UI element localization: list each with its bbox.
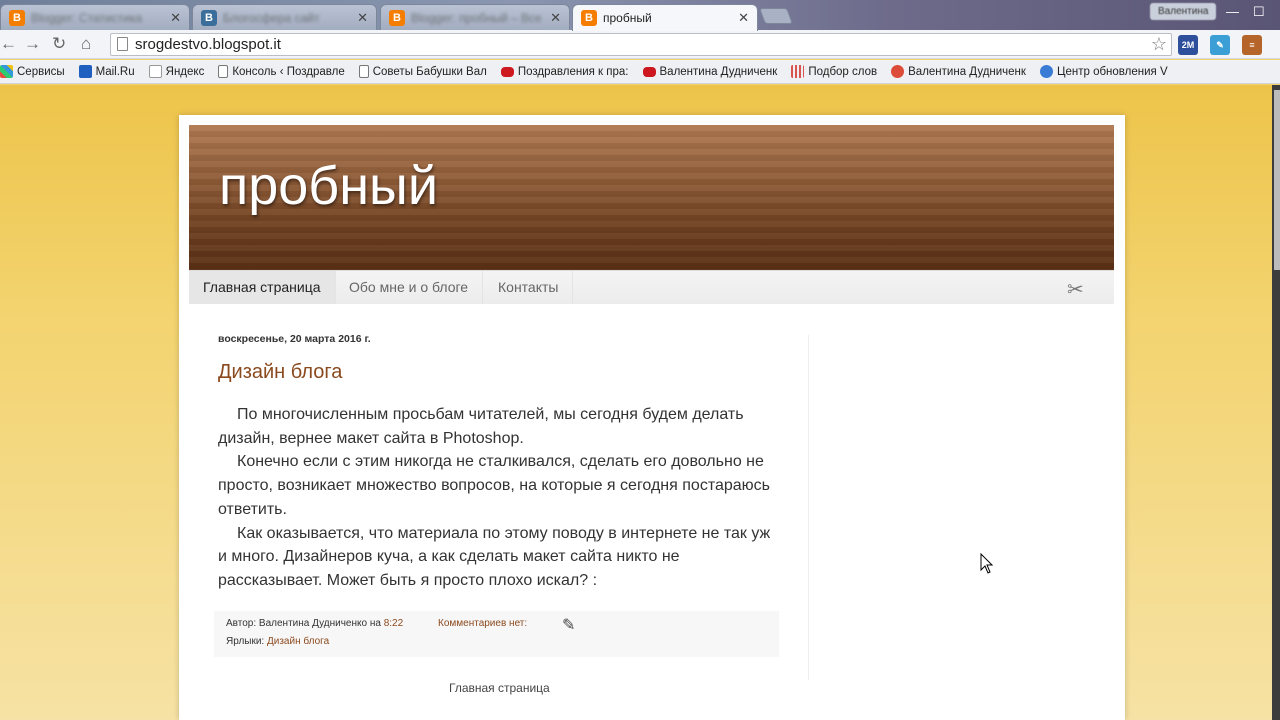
- post-paragraph: Как оказывается, что материала по этому …: [218, 524, 771, 589]
- reload-icon[interactable]: ↻: [52, 34, 66, 54]
- tab-home[interactable]: Главная страница: [189, 271, 336, 304]
- post-labels-line: Ярлыки: Дизайн блога: [226, 636, 330, 647]
- mouse-cursor-icon: [980, 553, 994, 574]
- youtube-icon: [642, 66, 656, 77]
- blog-title[interactable]: пробный: [219, 155, 438, 217]
- close-icon[interactable]: ✕: [550, 10, 561, 26]
- yandex-icon: [148, 65, 162, 78]
- address-bar[interactable]: srogdestvo.blogspot.it ☆: [110, 33, 1172, 56]
- tab-title: пробный: [603, 11, 652, 25]
- page-icon: [358, 65, 369, 78]
- apps-icon: [0, 65, 13, 78]
- home-page-link[interactable]: Главная страница: [449, 681, 550, 695]
- tab-title: Blogger: Статистика: [31, 10, 143, 25]
- scrollbar-thumb[interactable]: [1274, 90, 1280, 270]
- minimize-icon[interactable]: —: [1226, 4, 1239, 20]
- blog-nav-tabs: Главная страница Обо мне и о блоге Конта…: [189, 270, 1114, 304]
- bookmarks-bar: Сервисы Mail.Ru Яндекс Консоль ‹ Поздрав…: [0, 60, 1280, 84]
- comments-link[interactable]: Комментариев нет:: [438, 618, 527, 629]
- tools-icon[interactable]: ✂: [1067, 277, 1084, 302]
- browser-toolbar: ← → ↻ ⌂ srogdestvo.blogspot.it ☆ 2M ✎ ≡: [0, 30, 1280, 59]
- youtube-icon: [500, 66, 514, 77]
- bookmark-item[interactable]: Советы Бабушки Вал: [358, 65, 487, 78]
- bookmark-item[interactable]: Сервисы: [0, 65, 65, 78]
- extension-icon[interactable]: ✎: [1210, 35, 1230, 55]
- post-footer: Автор: Валентина Дудниченко на 8:22 Комм…: [214, 611, 779, 657]
- bookmark-item[interactable]: Валентина Дудниченк: [891, 65, 1026, 78]
- browser-tab[interactable]: B Blogger: Статистика ✕: [0, 4, 190, 30]
- update-icon: [1039, 65, 1053, 78]
- bookmark-item[interactable]: Поздравления к пра:: [500, 66, 629, 78]
- browser-tab[interactable]: B Блогосфера сайт ✕: [192, 4, 377, 30]
- close-icon[interactable]: ✕: [170, 10, 181, 26]
- tab-about[interactable]: Обо мне и о блоге: [335, 271, 484, 304]
- page-icon: [218, 65, 229, 78]
- sidebar-divider: [808, 335, 809, 680]
- blog-container: пробный Главная страница Обо мне и о бло…: [179, 115, 1125, 720]
- new-tab-button[interactable]: [759, 8, 793, 24]
- close-icon[interactable]: ✕: [357, 10, 368, 26]
- post-time-link[interactable]: 8:22: [384, 618, 403, 629]
- blogger-icon: B: [581, 10, 597, 26]
- bookmark-star-icon[interactable]: ☆: [1151, 34, 1167, 55]
- home-icon[interactable]: ⌂: [81, 34, 91, 54]
- browser-tab[interactable]: B Blogger: пробный – Все с ✕: [380, 4, 570, 30]
- bookmark-item[interactable]: Центр обновления V: [1039, 65, 1168, 78]
- edit-pencil-icon[interactable]: ✎: [562, 615, 575, 635]
- post-title[interactable]: Дизайн блога: [218, 361, 342, 384]
- page-icon: [117, 37, 128, 51]
- window-controls: — ☐: [1226, 4, 1265, 20]
- post-paragraph: По многочисленным просьбам читателей, мы…: [218, 406, 744, 447]
- post-body: По многочисленным просьбам читателей, мы…: [218, 403, 778, 593]
- maximize-icon[interactable]: ☐: [1253, 4, 1265, 20]
- blogger-icon: B: [389, 9, 405, 26]
- profile-badge[interactable]: Валентина: [1150, 3, 1217, 20]
- bookmark-item[interactable]: Mail.Ru: [78, 65, 135, 78]
- post-date: воскресенье, 20 марта 2016 г.: [218, 333, 371, 345]
- url-text: srogdestvo.blogspot.it: [135, 36, 281, 53]
- browser-tab-active[interactable]: B пробный ✕: [572, 4, 758, 31]
- bookmark-item[interactable]: Консоль ‹ Поздравле: [218, 65, 345, 78]
- blogger-icon: B: [9, 9, 25, 26]
- tab-title: Blogger: пробный – Все с: [411, 10, 545, 25]
- tab-contacts[interactable]: Контакты: [484, 271, 574, 304]
- forward-icon[interactable]: →: [24, 34, 41, 54]
- tab-strip: B Blogger: Статистика ✕ B Блогосфера сай…: [0, 0, 1280, 31]
- menu-icon[interactable]: ≡: [1242, 35, 1262, 55]
- post-author[interactable]: Валентина Дудниченко: [259, 618, 367, 629]
- tab-title: Блогосфера сайт: [223, 10, 320, 25]
- close-icon[interactable]: ✕: [738, 10, 749, 26]
- extension-icon[interactable]: 2M: [1178, 35, 1198, 55]
- back-icon[interactable]: ←: [0, 34, 17, 54]
- bookmark-item[interactable]: Валентина Дудниченк: [642, 66, 777, 78]
- post-paragraph: Конечно если с этим никогда не сталкивал…: [218, 453, 770, 518]
- google-icon: [891, 65, 905, 78]
- bookmark-item[interactable]: Подбор слов: [791, 65, 877, 78]
- post-label-link[interactable]: Дизайн блога: [267, 636, 329, 647]
- bookmark-item[interactable]: Яндекс: [148, 65, 204, 78]
- stats-icon: [791, 65, 805, 78]
- mailru-icon: [78, 65, 92, 78]
- blog-header: пробный: [189, 125, 1114, 270]
- post-author-line: Автор: Валентина Дудниченко на 8:22: [226, 618, 404, 629]
- blog-icon: B: [201, 9, 217, 26]
